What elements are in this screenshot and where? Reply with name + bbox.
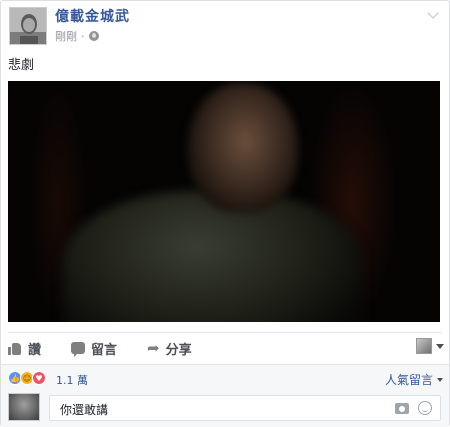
post-text: 悲劇 bbox=[8, 58, 35, 73]
caret-down-icon bbox=[437, 377, 443, 382]
love-reaction-icon: ♥ bbox=[32, 371, 46, 385]
reactions-bar: 👍 ☺ ♥ 1.1 萬 人氣留言 bbox=[1, 364, 449, 391]
viewer-avatar bbox=[416, 338, 432, 354]
video-figure-body bbox=[63, 191, 363, 322]
thumbs-up-icon bbox=[8, 342, 22, 355]
post-timestamp[interactable]: 剛剛 bbox=[55, 28, 77, 44]
chevron-down-icon[interactable] bbox=[427, 7, 439, 19]
video-figure-head bbox=[188, 83, 298, 213]
share-button[interactable]: ➦ 分享 bbox=[147, 339, 192, 358]
commenter-avatar bbox=[8, 393, 40, 421]
caret-down-icon bbox=[436, 343, 444, 349]
video-player[interactable] bbox=[8, 81, 440, 322]
comment-sort-dropdown[interactable]: 人氣留言 bbox=[385, 371, 443, 388]
reaction-icons[interactable]: 👍 ☺ ♥ bbox=[8, 371, 46, 385]
share-arrow-icon: ➦ bbox=[147, 338, 160, 357]
post-as-selector[interactable] bbox=[416, 338, 444, 354]
comment-input-value: 你還敢講 bbox=[60, 403, 109, 417]
author-avatar[interactable] bbox=[9, 7, 47, 45]
comment-button[interactable]: 留言 bbox=[71, 339, 117, 358]
comment-input[interactable]: 你還敢講 bbox=[49, 395, 441, 421]
share-label: 分享 bbox=[165, 342, 192, 358]
post-card: 億載金城武 剛剛 · 悲劇 讚 留言 ➦ 分享 👍 ☺ ♥ 1.1 萬 人氣留言… bbox=[0, 0, 450, 427]
author-name[interactable]: 億載金城武 bbox=[55, 6, 130, 26]
emoji-icon[interactable] bbox=[418, 401, 432, 415]
action-bar: 讚 留言 ➦ 分享 bbox=[8, 337, 444, 359]
meta-separator: · bbox=[81, 29, 85, 43]
reaction-count[interactable]: 1.1 萬 bbox=[56, 372, 88, 388]
camera-icon[interactable] bbox=[395, 403, 409, 414]
like-label: 讚 bbox=[28, 342, 42, 358]
post-meta: 剛剛 · bbox=[55, 28, 99, 44]
globe-icon bbox=[88, 31, 99, 41]
divider bbox=[8, 332, 442, 333]
comment-bubble-icon bbox=[71, 342, 86, 357]
like-button[interactable]: 讚 bbox=[8, 339, 41, 358]
comment-sort-label: 人氣留言 bbox=[384, 373, 433, 387]
comment-label: 留言 bbox=[91, 342, 118, 358]
